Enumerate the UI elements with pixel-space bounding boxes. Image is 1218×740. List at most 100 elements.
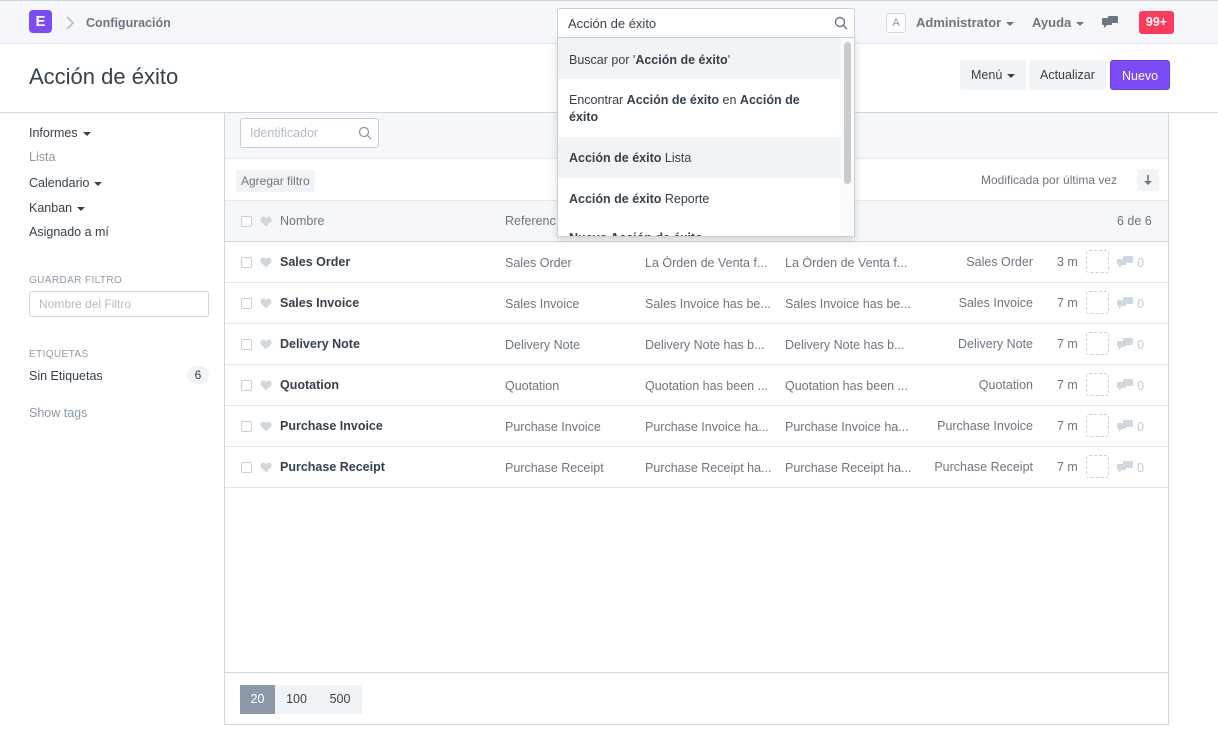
breadcrumb-configuracion[interactable]: Configuración: [86, 16, 171, 30]
table-row[interactable]: Sales Order Sales Order La Órden de Venta …: [225, 242, 1168, 283]
chat-icon[interactable]: [1102, 16, 1118, 30]
user-avatar[interactable]: A: [886, 13, 906, 33]
sidebar-item-assigned[interactable]: Asignado a mí: [29, 225, 109, 239]
tags-label: ETIQUETAS: [29, 349, 89, 360]
filter-name-input[interactable]: [30, 292, 208, 316]
id-filter-input[interactable]: [241, 119, 351, 147]
row-message: Quotation has been ...: [645, 379, 769, 393]
dropdown-item-report[interactable]: Acción de éxito Reporte: [558, 178, 842, 219]
breadcrumb-chevron-icon: [65, 13, 77, 33]
heart-icon[interactable]: [260, 216, 272, 227]
dropdown-scrollbar[interactable]: [844, 42, 851, 184]
dropdown-item-new[interactable]: Nuevo Acción de éxito: [558, 227, 842, 236]
row-modified-time: 7 m: [1057, 296, 1078, 310]
row-message-2: Purchase Invoice ha...: [785, 420, 909, 434]
help-menu-label: Ayuda: [1032, 15, 1072, 30]
row-assign-avatar[interactable]: [1086, 455, 1109, 478]
dropdown-item-list[interactable]: Acción de éxito Lista: [558, 137, 842, 178]
user-menu[interactable]: Administrator: [916, 15, 1015, 30]
row-reference: Quotation: [505, 379, 560, 393]
row-assign-avatar[interactable]: [1086, 414, 1109, 437]
sort-order-button[interactable]: [1137, 169, 1159, 191]
heart-icon[interactable]: [260, 380, 272, 391]
page-size-500[interactable]: 500: [318, 685, 362, 714]
menu-button[interactable]: Menú: [960, 60, 1027, 90]
app-logo[interactable]: E: [29, 10, 52, 33]
table-row[interactable]: Delivery Note Delivery Note Delivery Note …: [225, 324, 1168, 365]
row-doctype: Sales Invoice: [958, 296, 1033, 310]
dropdown-search-suffix: ': [727, 53, 731, 67]
show-tags-link[interactable]: Show tags: [29, 406, 87, 420]
table-row[interactable]: Quotation Quotation Quotation has been ...…: [225, 365, 1168, 406]
row-name-link[interactable]: Quotation: [280, 378, 490, 392]
row-checkbox[interactable]: [241, 421, 252, 432]
sidebar-item-no-tags[interactable]: Sin Etiquetas: [29, 369, 103, 383]
dropdown-find-prefix: Encontrar: [569, 93, 627, 107]
comment-count: 0: [1137, 256, 1144, 270]
list-count: 6 de 6: [1117, 214, 1152, 228]
row-checkbox[interactable]: [241, 462, 252, 473]
row-checkbox[interactable]: [241, 257, 252, 268]
row-message-2: Sales Invoice has be...: [785, 297, 911, 311]
awesome-bar-input[interactable]: [558, 9, 818, 37]
caret-down-icon: [1006, 21, 1015, 26]
row-checkbox[interactable]: [241, 380, 252, 391]
table-row[interactable]: Purchase Invoice Purchase Invoice Purchase…: [225, 406, 1168, 447]
row-name-link[interactable]: Sales Order: [280, 255, 490, 269]
row-reference: Purchase Invoice: [505, 420, 601, 434]
heart-icon[interactable]: [260, 257, 272, 268]
row-name-link[interactable]: Delivery Note: [280, 337, 490, 351]
sidebar-item-reports[interactable]: Informes: [29, 126, 91, 140]
refresh-button[interactable]: Actualizar: [1029, 60, 1106, 90]
column-header-reference[interactable]: Referenc: [505, 214, 556, 228]
new-button[interactable]: Nuevo: [1110, 60, 1171, 90]
awesome-bar-dropdown: Buscar por 'Acción de éxito' Encontrar A…: [557, 37, 855, 237]
row-name-link[interactable]: Purchase Invoice: [280, 419, 490, 433]
dropdown-report-term: Acción de éxito: [569, 192, 662, 206]
row-message-2: Delivery Note has b...: [785, 338, 905, 352]
sidebar-item-list[interactable]: Lista: [29, 150, 55, 164]
dropdown-item-find[interactable]: Encontrar Acción de éxito en Acción de éx…: [558, 79, 842, 137]
comment-count: 0: [1137, 297, 1144, 311]
id-filter-field[interactable]: [240, 118, 379, 148]
row-name-link[interactable]: Sales Invoice: [280, 296, 490, 310]
sidebar-kanban-label: Kanban: [29, 201, 73, 215]
column-header-name[interactable]: Nombre: [280, 214, 324, 228]
sidebar-item-kanban[interactable]: Kanban: [29, 201, 86, 215]
comment-count: 0: [1137, 420, 1144, 434]
add-filter-button[interactable]: Agregar filtro: [236, 170, 315, 192]
row-assign-avatar[interactable]: [1086, 332, 1109, 355]
row-modified-time: 7 m: [1057, 378, 1078, 392]
table-row[interactable]: Sales Invoice Sales Invoice Sales Invoice …: [225, 283, 1168, 324]
page-size-20[interactable]: 20: [240, 685, 275, 714]
filter-name-field[interactable]: [29, 291, 209, 317]
heart-icon[interactable]: [260, 298, 272, 309]
row-checkbox[interactable]: [241, 339, 252, 350]
heart-icon[interactable]: [260, 421, 272, 432]
comment-icon: [1117, 461, 1133, 473]
caret-down-icon: [1007, 73, 1016, 78]
awesome-bar[interactable]: [557, 8, 855, 38]
dropdown-list-term: Acción de éxito: [569, 151, 662, 165]
arrow-down-icon: [1144, 175, 1152, 185]
row-assign-avatar[interactable]: [1086, 291, 1109, 314]
search-icon: [834, 16, 848, 30]
pagination: 20 100 500: [225, 672, 1168, 724]
row-message: Purchase Receipt ha...: [645, 461, 772, 475]
notifications-badge[interactable]: 99+: [1139, 11, 1174, 34]
help-menu[interactable]: Ayuda: [1032, 15, 1085, 30]
row-assign-avatar[interactable]: [1086, 373, 1109, 396]
heart-icon[interactable]: [260, 462, 272, 473]
table-row[interactable]: Purchase Receipt Purchase Receipt Purchase…: [225, 447, 1168, 488]
page-size-100[interactable]: 100: [275, 685, 318, 714]
row-checkbox[interactable]: [241, 298, 252, 309]
comment-icon: [1117, 379, 1133, 391]
sidebar-item-calendar[interactable]: Calendario: [29, 176, 103, 190]
row-name-link[interactable]: Purchase Receipt: [280, 460, 490, 474]
sort-selector[interactable]: Modificada por última vez: [981, 173, 1117, 187]
comment-icon: [1117, 297, 1133, 309]
select-all-checkbox[interactable]: [241, 216, 252, 227]
dropdown-item-search[interactable]: Buscar por 'Acción de éxito': [558, 38, 842, 79]
heart-icon[interactable]: [260, 339, 272, 350]
row-assign-avatar[interactable]: [1086, 250, 1109, 273]
